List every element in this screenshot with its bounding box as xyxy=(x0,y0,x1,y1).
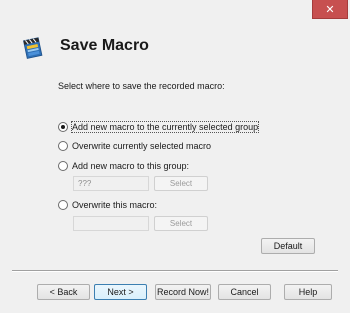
option-overwrite-current-macro[interactable]: Overwrite currently selected macro xyxy=(58,140,211,152)
option-add-to-this-group[interactable]: Add new macro to this group: xyxy=(58,160,189,172)
next-button[interactable]: Next > xyxy=(94,284,147,300)
save-macro-dialog: ✕ Save Macro Select where to save the re… xyxy=(0,0,350,313)
select-group-button[interactable]: Select xyxy=(154,176,208,191)
page-title: Save Macro xyxy=(60,37,149,54)
radio-overwrite-this-macro[interactable] xyxy=(58,200,68,210)
option-label: Overwrite this macro: xyxy=(72,200,158,210)
cancel-button[interactable]: Cancel xyxy=(218,284,271,300)
back-button[interactable]: < Back xyxy=(37,284,90,300)
help-button[interactable]: Help xyxy=(284,284,332,300)
radio-add-to-this-group[interactable] xyxy=(58,161,68,171)
macro-field xyxy=(73,216,149,231)
select-macro-button[interactable]: Select xyxy=(154,216,208,231)
group-field: ??? xyxy=(73,176,149,191)
option-label: Add new macro to this group: xyxy=(72,161,190,171)
option-label: Overwrite currently selected macro xyxy=(72,141,212,151)
default-button[interactable]: Default xyxy=(261,238,315,254)
close-button[interactable]: ✕ xyxy=(312,0,348,19)
record-now-button[interactable]: Record Now! xyxy=(155,284,211,300)
option-overwrite-this-macro[interactable]: Overwrite this macro: xyxy=(58,199,157,211)
radio-add-to-current-group[interactable] xyxy=(58,122,68,132)
option-label: Add new macro to the currently selected … xyxy=(70,121,260,133)
clapperboard-macro-icon xyxy=(23,37,43,59)
radio-overwrite-current-macro[interactable] xyxy=(58,141,68,151)
instruction-text: Select where to save the recorded macro: xyxy=(58,81,225,91)
close-icon: ✕ xyxy=(325,3,335,16)
option-add-to-current-group[interactable]: Add new macro to the currently selected … xyxy=(58,121,260,133)
footer-separator xyxy=(12,270,338,272)
